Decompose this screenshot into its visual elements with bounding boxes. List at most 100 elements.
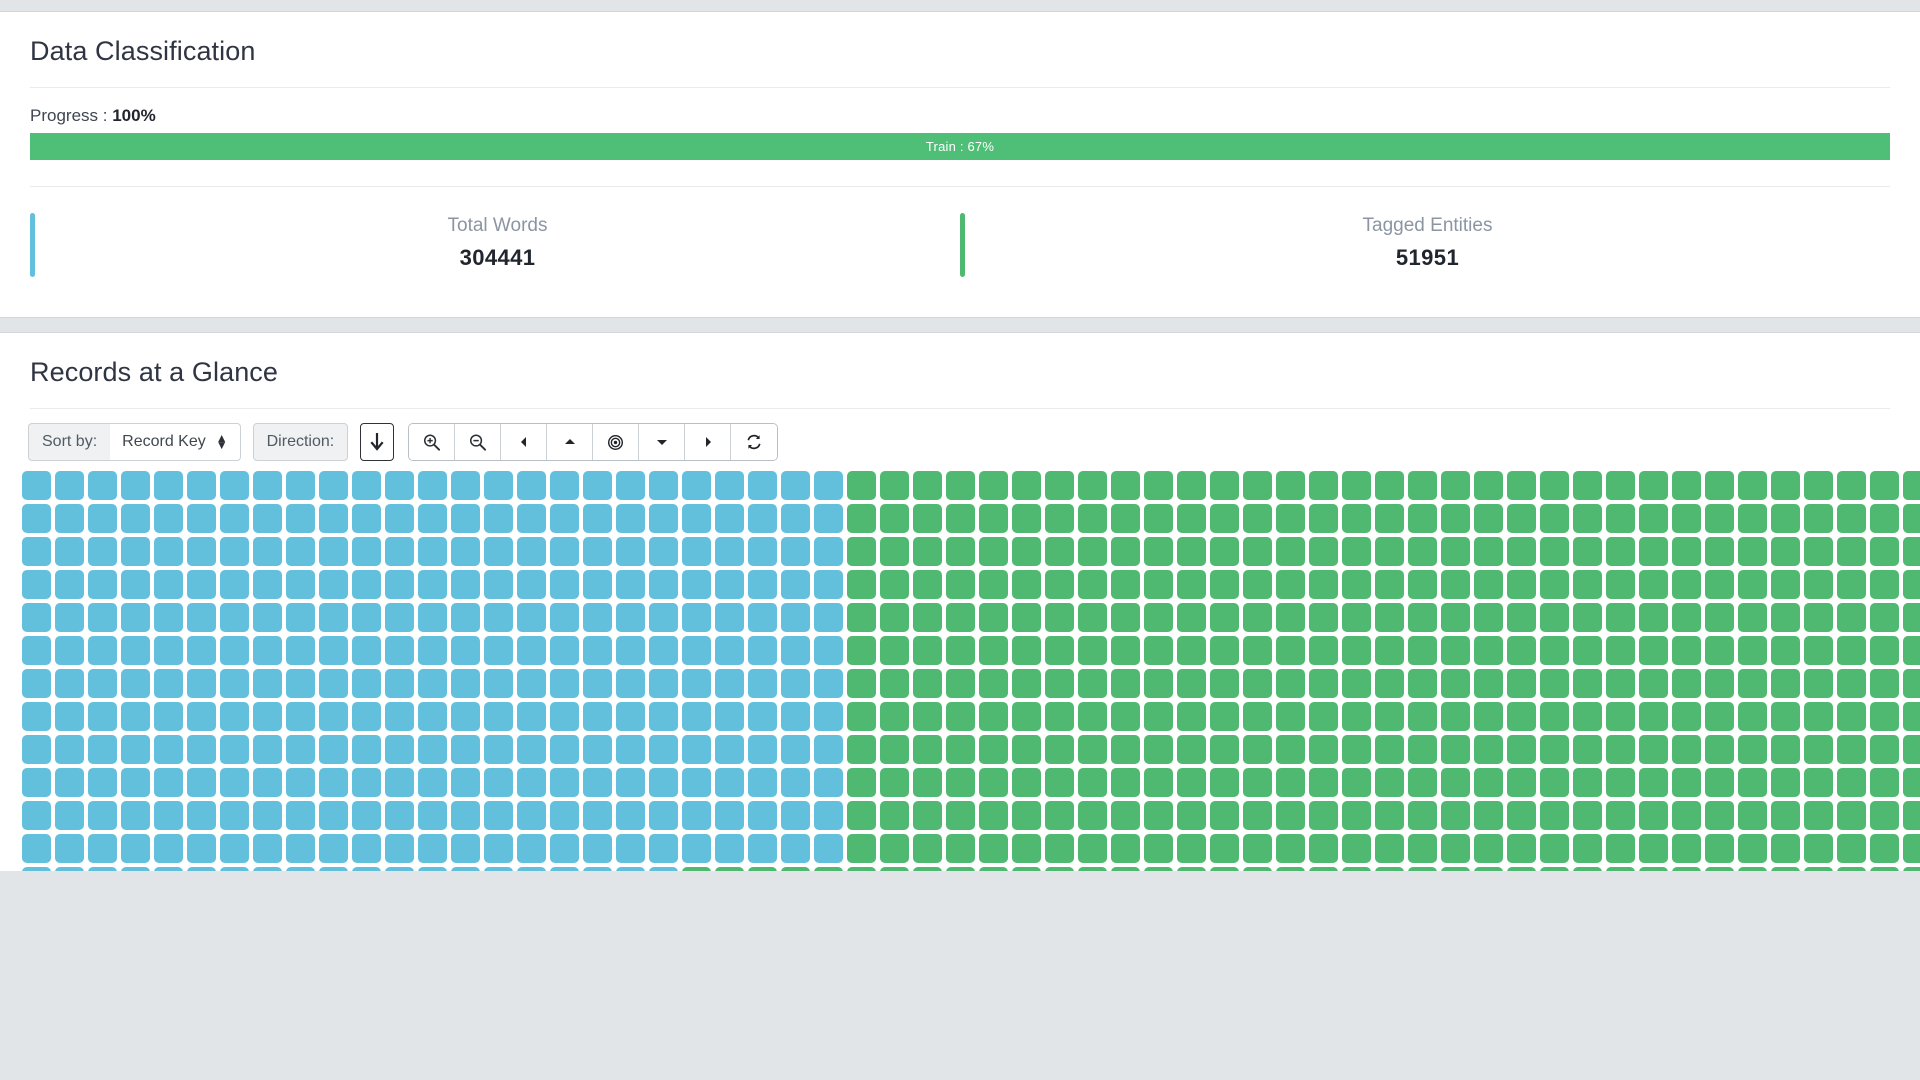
record-cell[interactable]: [1111, 801, 1140, 830]
record-cell[interactable]: [1441, 867, 1470, 871]
record-cell[interactable]: [1672, 768, 1701, 797]
record-cell[interactable]: [1441, 603, 1470, 632]
record-cell[interactable]: [22, 702, 51, 731]
record-cell[interactable]: [1144, 702, 1173, 731]
record-cell[interactable]: [781, 867, 810, 871]
record-cell[interactable]: [616, 603, 645, 632]
record-cell[interactable]: [1441, 801, 1470, 830]
record-cell[interactable]: [715, 570, 744, 599]
record-cell[interactable]: [616, 669, 645, 698]
record-cell[interactable]: [1111, 735, 1140, 764]
record-cell[interactable]: [1672, 669, 1701, 698]
record-cell[interactable]: [1606, 471, 1635, 500]
record-cell[interactable]: [1705, 834, 1734, 863]
record-cell[interactable]: [946, 867, 975, 871]
record-cell[interactable]: [1309, 636, 1338, 665]
record-cell[interactable]: [55, 471, 84, 500]
record-cell[interactable]: [1474, 636, 1503, 665]
record-cell[interactable]: [1804, 702, 1833, 731]
record-cell[interactable]: [55, 735, 84, 764]
record-cell[interactable]: [1243, 603, 1272, 632]
record-cell[interactable]: [1672, 603, 1701, 632]
record-cell[interactable]: [1408, 834, 1437, 863]
record-cell[interactable]: [1606, 702, 1635, 731]
record-cell[interactable]: [1870, 867, 1899, 871]
record-cell[interactable]: [187, 768, 216, 797]
record-cell[interactable]: [1342, 702, 1371, 731]
record-cell[interactable]: [1144, 636, 1173, 665]
record-cell[interactable]: [1111, 834, 1140, 863]
record-cell[interactable]: [550, 834, 579, 863]
record-cell[interactable]: [649, 636, 678, 665]
record-cell[interactable]: [1342, 603, 1371, 632]
record-cell[interactable]: [616, 570, 645, 599]
record-cell[interactable]: [1705, 669, 1734, 698]
record-cell[interactable]: [1045, 636, 1074, 665]
record-cell[interactable]: [88, 603, 117, 632]
record-cell[interactable]: [286, 570, 315, 599]
record-cell[interactable]: [1573, 768, 1602, 797]
record-cell[interactable]: [55, 504, 84, 533]
record-cell[interactable]: [715, 867, 744, 871]
record-cell[interactable]: [1705, 603, 1734, 632]
record-cell[interactable]: [286, 768, 315, 797]
record-cell[interactable]: [1375, 735, 1404, 764]
record-cell[interactable]: [1177, 570, 1206, 599]
record-cell[interactable]: [814, 603, 843, 632]
record-cell[interactable]: [1540, 735, 1569, 764]
record-cell[interactable]: [286, 636, 315, 665]
record-cell[interactable]: [616, 735, 645, 764]
record-cell[interactable]: [1243, 801, 1272, 830]
record-cell[interactable]: [682, 702, 711, 731]
record-cell[interactable]: [682, 669, 711, 698]
record-cell[interactable]: [649, 603, 678, 632]
record-cell[interactable]: [517, 801, 546, 830]
record-cell[interactable]: [286, 702, 315, 731]
record-cell[interactable]: [979, 504, 1008, 533]
record-cell[interactable]: [154, 603, 183, 632]
record-cell[interactable]: [1837, 735, 1866, 764]
record-cell[interactable]: [715, 537, 744, 566]
record-cell[interactable]: [1639, 570, 1668, 599]
record-cell[interactable]: [781, 801, 810, 830]
record-cell[interactable]: [1144, 669, 1173, 698]
record-cell[interactable]: [1012, 669, 1041, 698]
record-cell[interactable]: [781, 768, 810, 797]
record-cell[interactable]: [88, 537, 117, 566]
record-cell[interactable]: [286, 504, 315, 533]
record-cell[interactable]: [1309, 471, 1338, 500]
zoom-in-button[interactable]: [409, 424, 455, 460]
record-cell[interactable]: [979, 570, 1008, 599]
record-cell[interactable]: [88, 768, 117, 797]
record-cell[interactable]: [1078, 702, 1107, 731]
record-cell[interactable]: [1441, 471, 1470, 500]
record-cell[interactable]: [1210, 537, 1239, 566]
record-cell[interactable]: [1078, 570, 1107, 599]
record-cell[interactable]: [1012, 702, 1041, 731]
record-cell[interactable]: [880, 603, 909, 632]
record-cell[interactable]: [22, 471, 51, 500]
record-cell[interactable]: [1837, 867, 1866, 871]
record-cell[interactable]: [748, 735, 777, 764]
record-cell[interactable]: [1639, 735, 1668, 764]
record-cell[interactable]: [1243, 471, 1272, 500]
record-cell[interactable]: [1309, 570, 1338, 599]
record-cell[interactable]: [451, 669, 480, 698]
record-cell[interactable]: [1078, 471, 1107, 500]
record-cell[interactable]: [913, 603, 942, 632]
record-cell[interactable]: [1210, 636, 1239, 665]
record-cell[interactable]: [220, 735, 249, 764]
record-cell[interactable]: [1144, 603, 1173, 632]
record-cell[interactable]: [1540, 867, 1569, 871]
record-cell[interactable]: [187, 735, 216, 764]
record-cell[interactable]: [451, 768, 480, 797]
record-cell[interactable]: [1045, 669, 1074, 698]
record-cell[interactable]: [1804, 570, 1833, 599]
record-cell[interactable]: [550, 768, 579, 797]
record-cell[interactable]: [1342, 669, 1371, 698]
record-cell[interactable]: [1276, 768, 1305, 797]
record-cell[interactable]: [1573, 471, 1602, 500]
record-cell[interactable]: [187, 801, 216, 830]
record-cell[interactable]: [22, 768, 51, 797]
record-cell[interactable]: [550, 603, 579, 632]
